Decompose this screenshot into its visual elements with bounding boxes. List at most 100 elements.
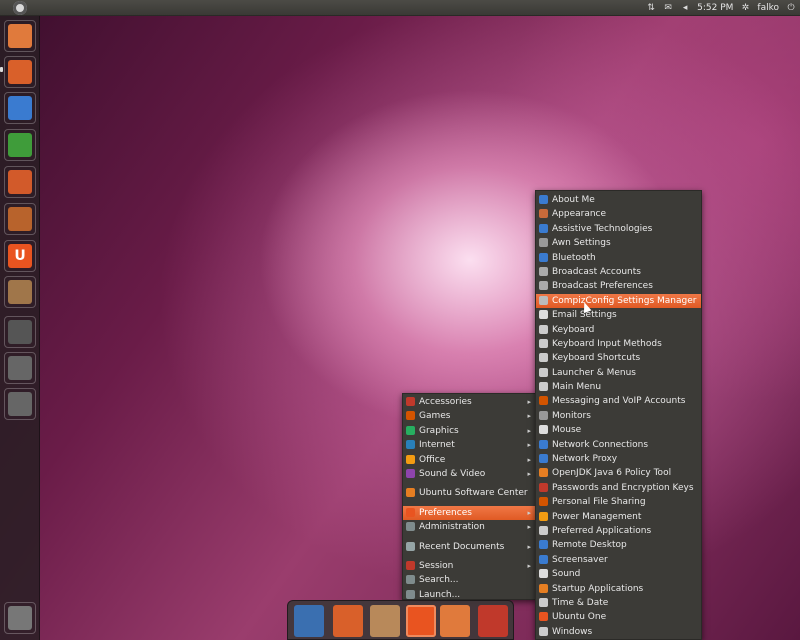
files-lens-icon [8,392,32,416]
menu-item-office[interactable]: Office ▸ [403,453,537,467]
pref-item-about-me[interactable]: About Me [536,193,701,207]
pref-item-power-management[interactable]: Power Management [536,510,701,524]
dock-ubuntu-menu-icon[interactable] [406,605,436,637]
pref-item-appearance[interactable]: Appearance [536,207,701,221]
menu-item-icon [406,522,415,532]
menu-item-search[interactable]: Search... [403,573,537,587]
pref-item-messaging-and-voip-accounts[interactable]: Messaging and VoIP Accounts [536,394,701,408]
pref-item-network-proxy[interactable]: Network Proxy [536,452,701,466]
menu-item-internet[interactable]: Internet ▸ [403,438,537,452]
pref-item-main-menu[interactable]: Main Menu [536,380,701,394]
launcher-libreoffice-calc-icon[interactable] [4,129,36,161]
dock-package-installer-icon[interactable] [370,605,400,637]
pref-item-awn-settings[interactable]: Awn Settings [536,236,701,250]
submenu-arrow-icon: ▸ [527,412,531,421]
pref-item-icon [539,439,548,449]
pref-item-preferred-applications[interactable]: Preferred Applications [536,524,701,538]
pref-item-label: Mouse [552,425,582,436]
pref-item-label: Passwords and Encryption Keys [552,482,694,493]
menu-item-accessories[interactable]: Accessories ▸ [403,395,537,409]
network-icon[interactable]: ⇅ [646,3,656,13]
pref-item-label: Power Management [552,511,642,522]
pref-item-startup-applications[interactable]: Startup Applications [536,582,701,596]
pref-item-passwords-and-encryption-keys[interactable]: Passwords and Encryption Keys [536,481,701,495]
launcher-software-center-icon[interactable] [4,203,36,235]
pref-item-broadcast-accounts[interactable]: Broadcast Accounts [536,265,701,279]
menu-item-label: Sound & Video [419,468,486,479]
launcher-home-folder-icon[interactable] [4,20,36,52]
menu-item-sound-video[interactable]: Sound & Video ▸ [403,467,537,481]
ubuntu-logo-icon[interactable] [13,1,27,15]
trash-icon[interactable] [4,602,36,634]
launcher-libreoffice-writer-icon[interactable] [4,92,36,124]
dock-folder-icon[interactable] [440,605,470,637]
dock-save-manager-icon[interactable] [294,605,324,637]
pref-item-label: OpenJDK Java 6 Policy Tool [552,468,672,479]
pref-item-keyboard-input-methods[interactable]: Keyboard Input Methods [536,337,701,351]
menu-item-session[interactable]: Session ▸ [403,559,537,573]
pref-item-label: Broadcast Accounts [552,266,641,277]
system-tray: ⇅ ✉ ◂ 5:52 PM ✲ falko ⏻ [646,0,796,16]
mail-icon[interactable]: ✉ [663,3,673,13]
launcher-workspace-switcher-icon[interactable] [4,316,36,348]
pref-item-icon [539,569,548,579]
pref-item-icon [539,626,548,636]
pref-item-keyboard[interactable]: Keyboard [536,323,701,337]
pref-item-icon [539,612,548,622]
menu-item-ubuntu-software-center[interactable]: Ubuntu Software Center [403,486,537,500]
menu-item-administration[interactable]: Administration ▸ [403,520,537,534]
pref-item-openjdk-java-6-policy-tool[interactable]: OpenJDK Java 6 Policy Tool [536,466,701,480]
pref-item-mouse[interactable]: Mouse [536,423,701,437]
pref-item-broadcast-preferences[interactable]: Broadcast Preferences [536,279,701,293]
pref-item-screensaver[interactable]: Screensaver [536,553,701,567]
user-name[interactable]: falko [757,3,779,13]
pref-item-label: Network Connections [552,439,649,450]
menu-item-preferences[interactable]: Preferences ▸ [403,505,537,521]
user-icon[interactable]: ✲ [740,3,750,13]
launcher-archive-manager-icon[interactable] [4,276,36,308]
pref-item-icon [539,266,548,276]
pref-item-ubuntu-one[interactable]: Ubuntu One [536,610,701,624]
menu-item-recent-documents[interactable]: Recent Documents ▸ [403,540,537,554]
launcher-libreoffice-impress-icon[interactable] [4,166,36,198]
menu-item-games[interactable]: Games ▸ [403,409,537,423]
applications-menu: Accessories ▸ Games ▸ Graphics ▸ Internet ▸ Offi… [402,393,538,600]
pref-item-label: Appearance [552,209,607,220]
pref-item-icon [539,525,548,535]
dock-shutdown-icon[interactable] [478,605,508,637]
pref-item-remote-desktop[interactable]: Remote Desktop [536,538,701,552]
menu-item-icon [406,397,415,406]
clock[interactable]: 5:52 PM [697,3,733,13]
pref-item-compizconfig-settings-manager[interactable]: CompizConfig Settings Manager [536,293,701,309]
pref-item-label: Assistive Technologies [552,223,653,234]
pref-item-bluetooth[interactable]: Bluetooth [536,251,701,265]
pref-item-windows[interactable]: Windows [536,625,701,639]
pref-item-keyboard-shortcuts[interactable]: Keyboard Shortcuts [536,351,701,365]
menu-item-graphics[interactable]: Graphics ▸ [403,424,537,438]
launcher-firefox-icon[interactable] [4,56,36,88]
dock-firefox-icon[interactable] [333,605,363,637]
launcher-applications-lens-icon[interactable] [4,352,36,384]
pref-item-email-settings[interactable]: Email Settings [536,308,701,322]
pref-item-label: Remote Desktop [552,540,627,551]
pref-item-label: Launcher & Menus [552,367,636,378]
launcher-files-lens-icon[interactable] [4,388,36,420]
pref-item-label: Sound [552,569,581,580]
power-icon[interactable]: ⏻ [786,3,796,13]
menu-item-icon [406,589,415,599]
pref-item-network-connections[interactable]: Network Connections [536,438,701,452]
menu-item-label: Preferences [419,507,472,518]
pref-item-sound[interactable]: Sound [536,567,701,581]
pref-item-launcher-menus[interactable]: Launcher & Menus [536,366,701,380]
pref-item-assistive-technologies[interactable]: Assistive Technologies [536,222,701,236]
pref-item-monitors[interactable]: Monitors [536,409,701,423]
pref-item-icon [539,252,548,262]
pref-item-icon [539,238,548,248]
pref-item-label: Broadcast Preferences [552,281,653,292]
pref-item-personal-file-sharing[interactable]: Personal File Sharing [536,495,701,509]
launcher-ubuntu-one-icon[interactable]: U [4,240,36,272]
menu-item-label: Administration [419,522,485,533]
volume-icon[interactable]: ◂ [680,3,690,13]
submenu-arrow-icon: ▸ [527,523,531,532]
pref-item-time-date[interactable]: Time & Date [536,596,701,610]
